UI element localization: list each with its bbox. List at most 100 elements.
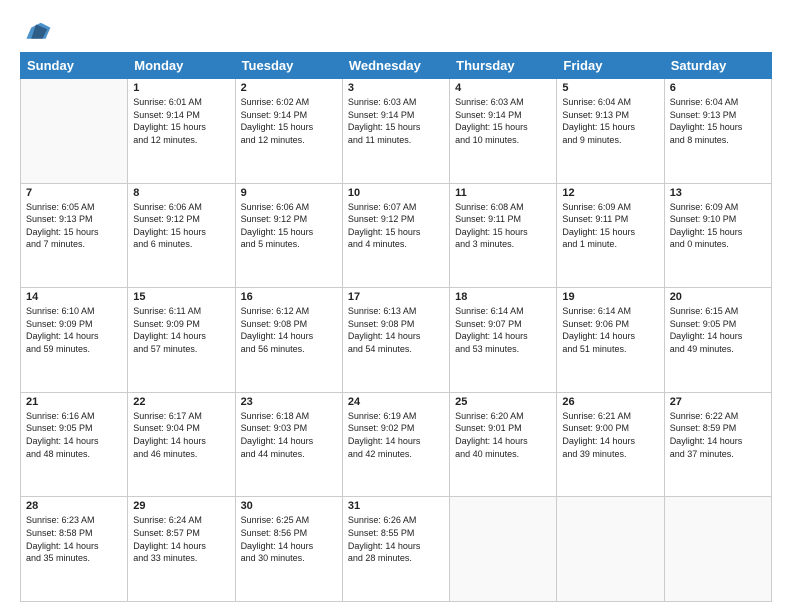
day-info: Sunrise: 6:26 AM Sunset: 8:55 PM Dayligh… [348, 514, 444, 564]
day-number: 16 [241, 291, 337, 303]
calendar-week-row: 1Sunrise: 6:01 AM Sunset: 9:14 PM Daylig… [21, 79, 772, 184]
calendar-week-row: 14 Sunrise: 6:10 AM Sunset: 9:09 PM Dayli… [21, 288, 772, 393]
calendar-cell: 20 Sunrise: 6:15 AM Sunset: 9:05 PM Dayli… [664, 288, 771, 393]
calendar-cell: 10Sunrise: 6:07 AM Sunset: 9:12 PM Dayli… [342, 183, 449, 288]
day-number: 31 [348, 500, 444, 512]
calendar-header-cell: Tuesday [235, 53, 342, 79]
page: SundayMondayTuesdayWednesdayThursdayFrid… [0, 0, 792, 612]
day-info: Sunrise: 6:14 AM Sunset: 9:07 PM Dayligh… [455, 305, 551, 355]
calendar-cell: 29 Sunrise: 6:24 AM Sunset: 8:57 PM Dayli… [128, 497, 235, 602]
calendar-cell: 12 Sunrise: 6:09 AM Sunset: 9:11 PM Dayli… [557, 183, 664, 288]
calendar-week-row: 7Sunrise: 6:05 AM Sunset: 9:13 PM Daylig… [21, 183, 772, 288]
calendar-cell: 11 Sunrise: 6:08 AM Sunset: 9:11 PM Dayli… [450, 183, 557, 288]
calendar-cell: 15 Sunrise: 6:11 AM Sunset: 9:09 PM Dayli… [128, 288, 235, 393]
calendar-cell: 19 Sunrise: 6:14 AM Sunset: 9:06 PM Dayli… [557, 288, 664, 393]
calendar-cell: 7Sunrise: 6:05 AM Sunset: 9:13 PM Daylig… [21, 183, 128, 288]
day-info: Sunrise: 6:01 AM Sunset: 9:14 PM Dayligh… [133, 96, 229, 146]
calendar-cell: 3 Sunrise: 6:03 AM Sunset: 9:14 PM Daylig… [342, 79, 449, 184]
day-number: 25 [455, 396, 551, 408]
calendar-week-row: 28 Sunrise: 6:23 AM Sunset: 8:58 PM Dayli… [21, 497, 772, 602]
calendar-cell: 17 Sunrise: 6:13 AM Sunset: 9:08 PM Dayli… [342, 288, 449, 393]
calendar-cell: 31 Sunrise: 6:26 AM Sunset: 8:55 PM Dayli… [342, 497, 449, 602]
day-info: Sunrise: 6:12 AM Sunset: 9:08 PM Dayligh… [241, 305, 337, 355]
day-number: 8 [133, 187, 229, 199]
day-info: Sunrise: 6:08 AM Sunset: 9:11 PM Dayligh… [455, 201, 551, 251]
day-info: Sunrise: 6:17 AM Sunset: 9:04 PM Dayligh… [133, 410, 229, 460]
day-number: 20 [670, 291, 766, 303]
day-info: Sunrise: 6:10 AM Sunset: 9:09 PM Dayligh… [26, 305, 122, 355]
day-number: 23 [241, 396, 337, 408]
calendar-cell [450, 497, 557, 602]
calendar-cell: 21 Sunrise: 6:16 AM Sunset: 9:05 PM Dayli… [21, 392, 128, 497]
day-info: Sunrise: 6:16 AM Sunset: 9:05 PM Dayligh… [26, 410, 122, 460]
day-number: 5 [562, 82, 658, 94]
day-number: 11 [455, 187, 551, 199]
day-number: 13 [670, 187, 766, 199]
day-number: 30 [241, 500, 337, 512]
day-number: 4 [455, 82, 551, 94]
day-info: Sunrise: 6:24 AM Sunset: 8:57 PM Dayligh… [133, 514, 229, 564]
day-number: 22 [133, 396, 229, 408]
day-info: Sunrise: 6:20 AM Sunset: 9:01 PM Dayligh… [455, 410, 551, 460]
day-number: 24 [348, 396, 444, 408]
day-info: Sunrise: 6:11 AM Sunset: 9:09 PM Dayligh… [133, 305, 229, 355]
day-info: Sunrise: 6:14 AM Sunset: 9:06 PM Dayligh… [562, 305, 658, 355]
logo-icon [20, 16, 52, 44]
calendar-cell: 1Sunrise: 6:01 AM Sunset: 9:14 PM Daylig… [128, 79, 235, 184]
calendar-cell [664, 497, 771, 602]
calendar-cell: 25 Sunrise: 6:20 AM Sunset: 9:01 PM Dayli… [450, 392, 557, 497]
calendar-header-cell: Sunday [21, 53, 128, 79]
day-info: Sunrise: 6:02 AM Sunset: 9:14 PM Dayligh… [241, 96, 337, 146]
day-info: Sunrise: 6:03 AM Sunset: 9:14 PM Dayligh… [348, 96, 444, 146]
calendar-cell: 28 Sunrise: 6:23 AM Sunset: 8:58 PM Dayli… [21, 497, 128, 602]
day-info: Sunrise: 6:04 AM Sunset: 9:13 PM Dayligh… [670, 96, 766, 146]
day-number: 2 [241, 82, 337, 94]
calendar-cell: 18Sunrise: 6:14 AM Sunset: 9:07 PM Dayli… [450, 288, 557, 393]
day-info: Sunrise: 6:21 AM Sunset: 9:00 PM Dayligh… [562, 410, 658, 460]
calendar-header-cell: Saturday [664, 53, 771, 79]
calendar-header-row: SundayMondayTuesdayWednesdayThursdayFrid… [21, 53, 772, 79]
day-info: Sunrise: 6:07 AM Sunset: 9:12 PM Dayligh… [348, 201, 444, 251]
day-info: Sunrise: 6:19 AM Sunset: 9:02 PM Dayligh… [348, 410, 444, 460]
calendar-cell: 14 Sunrise: 6:10 AM Sunset: 9:09 PM Dayli… [21, 288, 128, 393]
calendar-cell: 13 Sunrise: 6:09 AM Sunset: 9:10 PM Dayli… [664, 183, 771, 288]
calendar-week-row: 21 Sunrise: 6:16 AM Sunset: 9:05 PM Dayli… [21, 392, 772, 497]
calendar-cell [557, 497, 664, 602]
day-number: 27 [670, 396, 766, 408]
day-info: Sunrise: 6:09 AM Sunset: 9:11 PM Dayligh… [562, 201, 658, 251]
calendar-cell: 26Sunrise: 6:21 AM Sunset: 9:00 PM Dayli… [557, 392, 664, 497]
day-number: 19 [562, 291, 658, 303]
day-number: 29 [133, 500, 229, 512]
day-info: Sunrise: 6:09 AM Sunset: 9:10 PM Dayligh… [670, 201, 766, 251]
calendar-cell: 27 Sunrise: 6:22 AM Sunset: 8:59 PM Dayli… [664, 392, 771, 497]
calendar-cell: 5Sunrise: 6:04 AM Sunset: 9:13 PM Daylig… [557, 79, 664, 184]
day-info: Sunrise: 6:18 AM Sunset: 9:03 PM Dayligh… [241, 410, 337, 460]
day-info: Sunrise: 6:25 AM Sunset: 8:56 PM Dayligh… [241, 514, 337, 564]
day-number: 6 [670, 82, 766, 94]
day-number: 3 [348, 82, 444, 94]
calendar-cell: 2 Sunrise: 6:02 AM Sunset: 9:14 PM Daylig… [235, 79, 342, 184]
day-info: Sunrise: 6:23 AM Sunset: 8:58 PM Dayligh… [26, 514, 122, 564]
calendar-table: SundayMondayTuesdayWednesdayThursdayFrid… [20, 52, 772, 602]
day-number: 14 [26, 291, 122, 303]
day-info: Sunrise: 6:03 AM Sunset: 9:14 PM Dayligh… [455, 96, 551, 146]
day-info: Sunrise: 6:13 AM Sunset: 9:08 PM Dayligh… [348, 305, 444, 355]
calendar-cell: 16 Sunrise: 6:12 AM Sunset: 9:08 PM Dayli… [235, 288, 342, 393]
calendar-header-cell: Thursday [450, 53, 557, 79]
calendar-cell: 6 Sunrise: 6:04 AM Sunset: 9:13 PM Daylig… [664, 79, 771, 184]
day-number: 21 [26, 396, 122, 408]
day-info: Sunrise: 6:06 AM Sunset: 9:12 PM Dayligh… [241, 201, 337, 251]
day-number: 28 [26, 500, 122, 512]
day-number: 12 [562, 187, 658, 199]
day-number: 7 [26, 187, 122, 199]
day-number: 15 [133, 291, 229, 303]
calendar-cell: 8Sunrise: 6:06 AM Sunset: 9:12 PM Daylig… [128, 183, 235, 288]
calendar-cell: 23 Sunrise: 6:18 AM Sunset: 9:03 PM Dayli… [235, 392, 342, 497]
calendar-cell: 9Sunrise: 6:06 AM Sunset: 9:12 PM Daylig… [235, 183, 342, 288]
header [20, 16, 772, 44]
calendar-cell: 24 Sunrise: 6:19 AM Sunset: 9:02 PM Dayli… [342, 392, 449, 497]
day-info: Sunrise: 6:22 AM Sunset: 8:59 PM Dayligh… [670, 410, 766, 460]
calendar-cell: 4 Sunrise: 6:03 AM Sunset: 9:14 PM Daylig… [450, 79, 557, 184]
day-info: Sunrise: 6:15 AM Sunset: 9:05 PM Dayligh… [670, 305, 766, 355]
day-number: 17 [348, 291, 444, 303]
